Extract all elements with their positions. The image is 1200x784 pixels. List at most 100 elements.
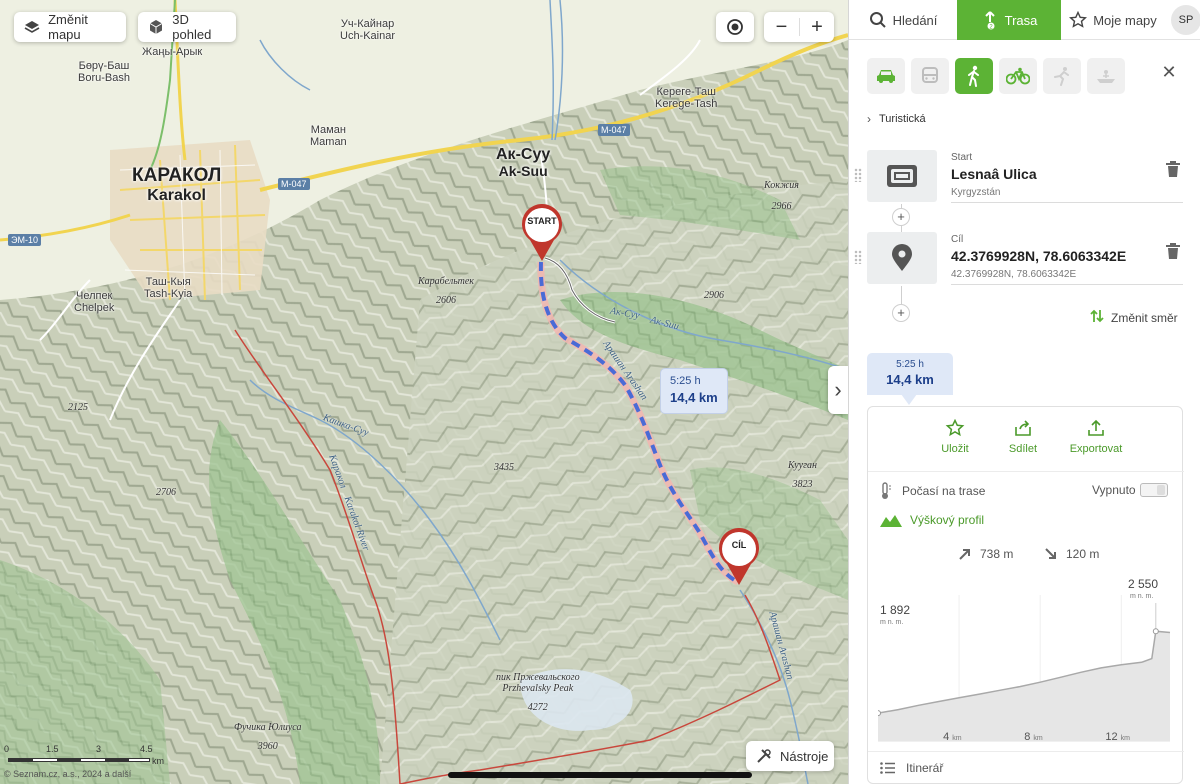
3d-view-button[interactable]: 3D pohled [138,12,236,42]
add-waypoint-button[interactable]: + [892,304,910,322]
route-summary-tab[interactable]: 5:25 h 14,4 km [867,353,953,395]
mode-bike-button[interactable] [999,58,1037,94]
drag-handle-icon[interactable] [854,168,862,182]
town-name: Ак-Суу [496,146,551,163]
waypoint-end[interactable]: Cíl 42.3769928N, 78.6063342E 42.3769928N… [849,232,1200,286]
add-waypoint-button[interactable]: + [892,208,910,226]
start-pin[interactable]: START [520,204,564,262]
delete-waypoint-button[interactable] [1165,160,1181,178]
waypoint-start[interactable]: Start Lesnaâ Ulica Kyrgyzstán [849,150,1200,204]
ascent-value: 738 m [980,547,1014,561]
route-type-toggle[interactable]: › Turistická [867,112,926,126]
change-map-button[interactable]: Změnit mapu [14,12,126,42]
weather-label: Počasí na trase [902,484,986,498]
scale-unit: km [152,756,164,766]
tab-my-maps[interactable]: Moje mapy [1061,0,1165,40]
reverse-route-button[interactable]: Změnit směr [1089,308,1178,327]
peak-label: 2125 [68,402,88,413]
trash-icon [1166,243,1180,259]
peak-name-latin: Przhevalsky Peak [502,683,574,694]
mode-boat-button[interactable] [1087,58,1125,94]
start-thumbnail [867,150,937,202]
star-icon [945,419,965,437]
route-info-bubble[interactable]: 5:25 h 14,4 km [660,368,728,414]
place-name: Бөрү-Баш [78,60,130,72]
town-name-latin: Ak-Suu [498,162,548,179]
locate-button[interactable] [716,12,754,42]
mode-bus-button[interactable] [911,58,949,94]
itinerary-label: Itinerář [906,761,944,775]
divider [951,284,1183,285]
peak-elevation: 2125 [68,402,88,413]
divider [868,751,1184,752]
summary-pointer [901,394,917,405]
action-label: Uložit [941,443,969,455]
x-tick-unit: km [952,735,962,742]
elevation-chart[interactable]: 2 550 m n. m. 1 892 m n. m. 4 km 8 km 12 km [878,575,1174,753]
3d-view-label: 3D pohled [172,12,212,42]
thermometer-icon [880,482,892,500]
panel-tabs: Hledání 2 Trasa Moje mapy SP [849,0,1200,40]
run-icon [1054,67,1069,86]
tab-route[interactable]: 2 Trasa [957,0,1061,40]
x-tick-value: 12 [1105,731,1118,743]
building-icon [887,165,917,187]
end-pin[interactable]: CÍL [717,528,761,586]
close-route-button[interactable]: ✕ [1159,62,1179,82]
zoom-out-button[interactable]: − [764,16,799,39]
descent-value: 120 m [1066,547,1100,561]
route-details-card: Uložit Sdílet Exportovat Počasí na trase… [867,406,1184,784]
mountain-icon [880,513,902,527]
route-panel: Hledání 2 Trasa Moje mapy SP ✕ › Turisti… [848,0,1200,784]
walk-icon [968,65,979,87]
peak-elevation: 3435 [494,462,514,473]
peak-name: пик Пржевальского [496,672,580,683]
list-icon [880,762,896,774]
elevation-profile-header[interactable]: Výškový profil [880,513,984,527]
peak-elevation: 2706 [156,487,176,498]
save-route-button[interactable]: Uložit [920,419,990,455]
route-type-label: Turistická [879,113,926,125]
delete-waypoint-button[interactable] [1165,242,1181,260]
boat-icon [1097,70,1115,83]
weather-row[interactable]: Počasí na trase Vypnuto [880,481,1172,501]
mode-car-button[interactable] [867,58,905,94]
place-label: Бөрү-Баш Boru-Bash [78,60,130,84]
place-name: Челпек [75,290,113,302]
tools-button[interactable]: Nástroje [746,741,834,771]
user-avatar[interactable]: SP [1171,5,1200,35]
arrow-down-right-icon [1044,547,1058,561]
swap-icon [1089,308,1105,327]
mode-walk-button[interactable] [955,58,993,94]
car-icon [877,70,895,83]
layers-icon [24,18,40,36]
road-shield: M-047 [598,124,630,136]
transport-modes [867,58,1131,94]
peak-name: Кокжия [764,180,799,191]
waypoint-kind: Start [951,152,973,163]
divider [951,202,1183,203]
peak-elevation: 4272 [527,702,548,713]
mode-run-button[interactable] [1043,58,1081,94]
itinerary-row[interactable]: Itinerář [880,761,943,775]
peak-label: 2706 [156,487,176,498]
place-name-latin: Kerege-Tash [655,98,718,111]
drag-handle-icon[interactable] [854,250,862,264]
tab-search[interactable]: Hledání [849,0,957,40]
export-route-button[interactable]: Exportovat [1061,419,1131,455]
home-indicator [448,772,752,778]
x-tick-unit: km [1033,735,1043,742]
map-canvas[interactable]: Уч-Кайнар Uch-Kainar Жаңы-Арык Бөрү-Баш … [0,0,848,784]
place-label: Маман Maman [310,124,347,148]
share-route-button[interactable]: Sdílet [988,419,1058,455]
zoom-in-button[interactable]: + [800,16,834,39]
weather-toggle[interactable] [1140,483,1168,497]
waypoint-subtitle: Kyrgyzstán [951,187,1001,198]
road-shield: M-047 [278,178,310,190]
peak-elevation: 2966 [771,201,792,212]
collapse-panel-button[interactable]: › [828,366,848,414]
place-label: Таш-Кыя Tash-Kyia [144,276,192,300]
copyright[interactable]: © Seznam.cz, a.s., 2024 a další [4,769,131,779]
peak-elevation: 2606 [435,295,456,306]
peak-name: Кууган [788,460,817,471]
